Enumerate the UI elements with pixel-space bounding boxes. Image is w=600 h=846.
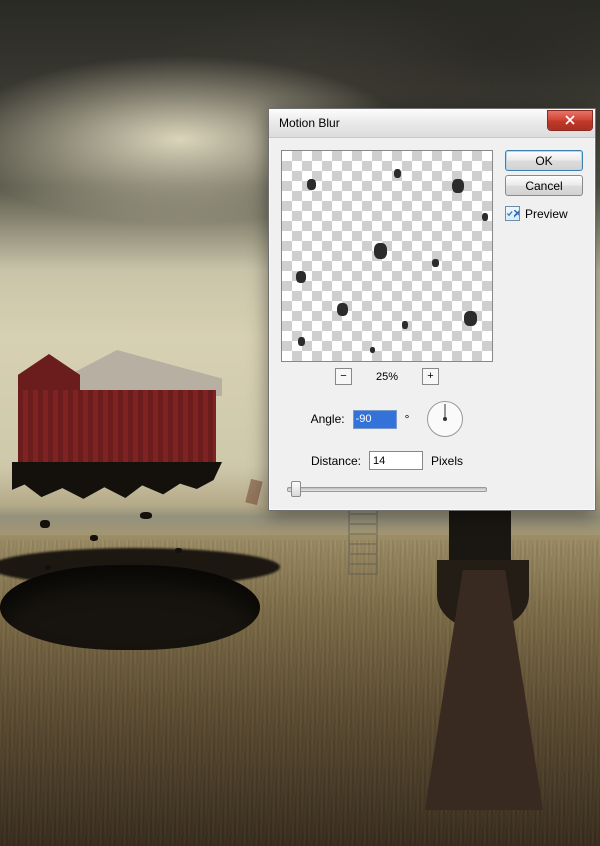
debris bbox=[90, 535, 98, 541]
distance-unit: Pixels bbox=[431, 454, 463, 468]
ok-button[interactable]: OK bbox=[505, 150, 583, 171]
zoom-percentage: 25% bbox=[370, 371, 404, 383]
angle-input[interactable] bbox=[353, 410, 397, 429]
floating-barn bbox=[12, 350, 222, 495]
slider-thumb[interactable] bbox=[291, 481, 301, 497]
close-button[interactable] bbox=[548, 111, 592, 130]
crater bbox=[0, 565, 260, 650]
angle-hub bbox=[443, 417, 447, 421]
dialog-titlebar[interactable]: Motion Blur bbox=[269, 109, 595, 138]
debris bbox=[40, 520, 50, 528]
close-icon bbox=[565, 115, 575, 125]
dialog-title: Motion Blur bbox=[279, 116, 548, 130]
filter-preview[interactable] bbox=[281, 150, 493, 362]
slider-track bbox=[287, 487, 487, 492]
debris bbox=[175, 548, 182, 553]
debris bbox=[140, 512, 152, 519]
cancel-button[interactable]: Cancel bbox=[505, 175, 583, 196]
windsock bbox=[245, 479, 262, 505]
zoom-out-button[interactable]: − bbox=[335, 368, 352, 385]
minus-icon: − bbox=[340, 371, 346, 382]
zoom-in-button[interactable]: + bbox=[422, 368, 439, 385]
angle-dial[interactable] bbox=[427, 401, 463, 437]
debris bbox=[45, 565, 51, 570]
check-icon bbox=[506, 208, 514, 219]
distance-input[interactable] bbox=[369, 451, 423, 470]
preview-checkbox[interactable] bbox=[505, 206, 520, 221]
angle-label: Angle: bbox=[311, 412, 345, 426]
distance-label: Distance: bbox=[311, 454, 361, 468]
motion-blur-dialog: Motion Blur bbox=[268, 108, 596, 511]
plus-icon: + bbox=[427, 371, 433, 382]
degree-symbol: ° bbox=[405, 412, 410, 426]
female-figure bbox=[407, 460, 552, 830]
preview-checkbox-label: Preview bbox=[525, 207, 568, 221]
distance-slider[interactable] bbox=[287, 480, 487, 496]
